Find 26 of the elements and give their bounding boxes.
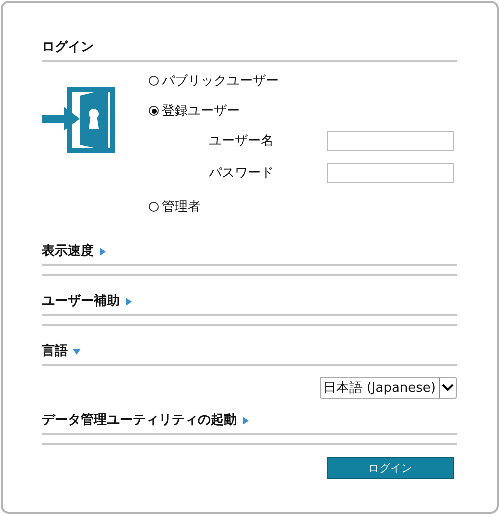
radio-button[interactable] [149, 202, 159, 212]
radio-option[interactable]: パブリックユーザー [149, 70, 454, 92]
expand-triangle-icon[interactable] [99, 248, 107, 256]
language-dropdown[interactable]: 日本語 (Japanese) [320, 377, 457, 399]
expand-triangle-icon[interactable] [242, 417, 250, 425]
login-button[interactable]: ログイン [327, 457, 454, 479]
section-title[interactable]: データ管理ユーティリティの起動 [42, 413, 237, 429]
section-title[interactable]: 言語 [42, 344, 68, 360]
radio-label: 登録ユーザー [162, 103, 240, 120]
field-label: パスワード [208, 165, 275, 182]
collapse-triangle-icon[interactable] [73, 348, 81, 356]
door-entry-icon [42, 87, 116, 153]
section-title[interactable]: 表示速度 [42, 244, 94, 260]
radio-button[interactable] [149, 76, 159, 86]
section-title: ログイン [42, 40, 95, 56]
radio-option[interactable]: 登録ユーザー [149, 100, 454, 122]
section-title[interactable]: ユーザー補助 [42, 294, 120, 310]
chevron-down-icon [442, 384, 454, 392]
radio-button[interactable] [149, 106, 159, 116]
field-label: ユーザー名 [208, 133, 275, 150]
radio-option[interactable]: 管理者 [149, 196, 454, 218]
expand-triangle-icon[interactable] [125, 298, 133, 306]
input-field[interactable] [327, 131, 454, 151]
input-field[interactable] [327, 163, 454, 183]
radio-label: 管理者 [162, 199, 201, 216]
radio-label: パブリックユーザー [162, 73, 279, 90]
